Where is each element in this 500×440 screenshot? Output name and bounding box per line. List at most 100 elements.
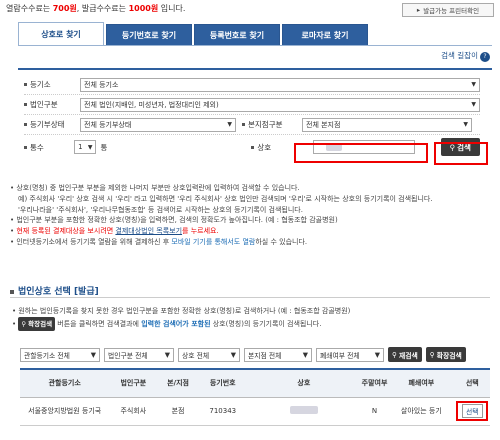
branch-type-value: 전체 본지점 <box>306 120 341 129</box>
cell-office: 서울중앙지방법원 등기국 <box>20 397 110 426</box>
filter-branch-select[interactable]: 본지점 전체 ▼ <box>244 347 312 362</box>
note-text: '우리나라을' '주식회사', '우리나무협동조합' 등 검색어로 시작하는 상… <box>18 205 303 214</box>
note-item: • 법인구분 부분을 포함한 정확한 상호(명칭)을 입력하면, 검색의 정확도… <box>10 216 338 225</box>
col-closed: 폐쇄여부 <box>388 368 455 398</box>
section-title-text: 법인상호 선택 [발급] <box>18 287 99 297</box>
note-item: • 상호(명칭) 중 법인구분 부분을 제외한 나머지 부분만 상호입력란에 입… <box>10 184 300 192</box>
section-title: 법인상호 선택 [발급] <box>10 284 99 297</box>
notice-text: 입니다. <box>158 4 186 13</box>
col-branch: 본/지점 <box>157 368 199 398</box>
registry-office-label: 등기소 <box>30 80 51 89</box>
cell-reg-number: 710343 <box>198 397 247 426</box>
corp-type-label-wrap: 법인구분 <box>24 99 80 110</box>
section-description: • 원하는 법인등기록을 찾지 못한 경우 법인구분을 포함한 정확한 상호(명… <box>12 305 350 331</box>
search-tabs: 상호로 찾기 등기번호로 찾기 등록번호로 찾기 로마자로 찾기 <box>18 22 370 46</box>
branch-type-select[interactable]: 전체 본지점 ▼ <box>302 117 472 132</box>
search-guide-label: 검색 길잡이 <box>441 51 478 60</box>
col-reg-number: 등기번호 <box>198 368 247 398</box>
highlight-select-button <box>456 401 488 421</box>
research-button[interactable]: ⚲ 재검색 <box>388 347 422 362</box>
printer-check-button[interactable]: ▸ 발급가능 프린터확인 <box>402 3 494 17</box>
registry-office-value: 전체 등기소 <box>84 80 119 89</box>
filter-closed-value: 폐쇄여부 전체 <box>320 351 360 360</box>
corp-type-value: 전체 법인(지배인, 미성년자, 법정대리인 제외) <box>84 100 219 109</box>
extended-search-inline-button: ⚲ 확장검색 <box>18 317 56 331</box>
desc-text: 버튼을 클릭하면 검색결과에 <box>55 320 142 328</box>
col-weekend: 주말여부 <box>361 368 389 398</box>
chevron-down-icon: ▼ <box>90 350 96 359</box>
corp-type-select[interactable]: 전체 법인(지배인, 미성년자, 법정대리인 제외) ▼ <box>80 97 480 112</box>
filter-branch-value: 본지점 전체 <box>248 351 282 360</box>
count-value: 1 <box>78 143 83 151</box>
highlight-search-button <box>434 142 488 165</box>
chevron-down-icon: ▼ <box>230 350 236 359</box>
cell-closed: 살아있는 등기 <box>388 397 455 426</box>
reg-status-label: 등기부상태 <box>30 120 65 129</box>
chevron-down-icon: ▼ <box>164 350 170 359</box>
question-icon: ? <box>480 52 490 62</box>
note-text: 모바일 기기를 통해서도 열람 <box>171 237 256 246</box>
status-row: 등기부상태 전체 등기부상태 ▼ 본지점구분 전체 본지점 ▼ <box>24 115 480 135</box>
tab-registration-number[interactable]: 등록번호로 찾기 <box>194 24 280 46</box>
bullet-icon <box>24 145 27 149</box>
corp-type-label: 법인구분 <box>30 100 58 109</box>
cell-branch: 본점 <box>157 397 199 426</box>
view-fee: 700원 <box>52 4 77 13</box>
extended-search-label: 확장검색 <box>436 351 462 360</box>
chevron-down-icon: ▼ <box>471 81 476 88</box>
note-item: '우리나라을' '주식회사', '우리나무협동조합' 등 검색어로 시작하는 상… <box>10 205 490 216</box>
chevron-down-icon: ▼ <box>463 121 468 128</box>
filter-closed-select[interactable]: 폐쇄여부 전체 ▼ <box>316 347 384 362</box>
note-text: 하실 수 있습니다. <box>255 237 308 246</box>
desc-text: 상호(명칭)의 등기기록이 검색됩니다. <box>210 320 322 328</box>
table-row: 서울중앙지방법원 등기국 주식회사 본점 710343 N 살아있는 등기 선택 <box>20 397 490 426</box>
desc-line: • 원하는 법인등기록을 찾지 못한 경우 법인구분을 포함한 정확한 상호(명… <box>12 307 351 315</box>
note-item: • 현재 등록된 결제대상을 보시려면 결제대상법인 목록보기를 누르세요. <box>10 227 219 236</box>
tab-roman[interactable]: 로마자로 찾기 <box>282 24 368 46</box>
reg-status-select[interactable]: 전체 등기부상태 ▼ <box>80 117 236 132</box>
note-text: 를 누르세요. <box>182 227 219 236</box>
chevron-down-icon: ▼ <box>302 350 308 359</box>
search-icon: ⚲ <box>429 350 435 359</box>
tab-registry-number[interactable]: 등기번호로 찾기 <box>106 24 192 46</box>
extended-search-button[interactable]: ⚲ 확장검색 <box>425 347 466 362</box>
note-item: 예) 주식회사 '우리' 상호 검색 시 '우리' 라고 입력하면 '우리 주식… <box>10 194 490 205</box>
chevron-down-icon: ▼ <box>87 143 93 151</box>
bullet-icon <box>24 103 27 106</box>
note-text: 상호(명칭) 중 법인구분 부분을 제외한 나머지 부분만 상호입력란에 입력하… <box>16 184 300 192</box>
chevron-down-icon: ▼ <box>471 101 476 108</box>
notice-text: 열람수수료는 <box>6 4 53 13</box>
highlight-company-input <box>294 143 428 163</box>
bullet-icon <box>10 289 14 294</box>
count-label-wrap: 통수 <box>24 142 74 153</box>
tab-divider <box>18 45 492 46</box>
filter-corp-type-value: 법인구분 전체 <box>108 351 148 360</box>
notes-list: • 상호(명칭) 중 법인구분 부분을 제외한 나머지 부분만 상호입력란에 입… <box>10 183 490 248</box>
tab-company-name[interactable]: 상호로 찾기 <box>18 22 104 46</box>
extended-search-inline-label: 확장검색 <box>28 320 53 328</box>
filter-corp-type-select[interactable]: 법인구분 전체 ▼ <box>104 347 174 362</box>
table-header-row: 관할등기소 법인구분 본/지점 등기번호 상호 주말여부 폐쇄여부 선택 <box>20 368 490 398</box>
search-guide-link[interactable]: 검색 길잡이? <box>441 50 490 62</box>
col-office: 관할등기소 <box>20 368 110 398</box>
count-unit: 통 <box>100 142 108 152</box>
printer-check-label: 발급가능 프린터확인 <box>423 7 480 15</box>
printer-icon: ▸ <box>416 6 421 14</box>
payment-list-link[interactable]: 결제대상법인 목록보기 <box>115 227 182 235</box>
cell-company-name <box>246 397 362 426</box>
count-select[interactable]: 1 ▼ <box>74 140 97 154</box>
redacted-text <box>289 406 318 414</box>
desc-text: 입력한 검색어가 포함된 <box>141 320 211 328</box>
filter-office-select[interactable]: 관할등기소 전체 ▼ <box>20 347 100 362</box>
chevron-down-icon: ▼ <box>374 350 380 359</box>
filter-name-select[interactable]: 상호 전체 ▼ <box>178 347 240 362</box>
form-top-border <box>18 68 492 70</box>
notice-text: , 발급수수료는 <box>76 4 129 13</box>
note-text: 법인구분 부분을 포함한 정확한 상호(명칭)을 입력하면, 검색의 정확도가 … <box>16 216 338 225</box>
section-divider <box>10 297 490 298</box>
registry-office-row: 등기소 전체 등기소 ▼ <box>24 75 480 95</box>
branch-type-label: 본지점구분 <box>248 120 283 129</box>
col-corp-type: 법인구분 <box>109 368 158 398</box>
bullet-icon <box>24 123 27 126</box>
registry-office-select[interactable]: 전체 등기소 ▼ <box>80 77 480 92</box>
